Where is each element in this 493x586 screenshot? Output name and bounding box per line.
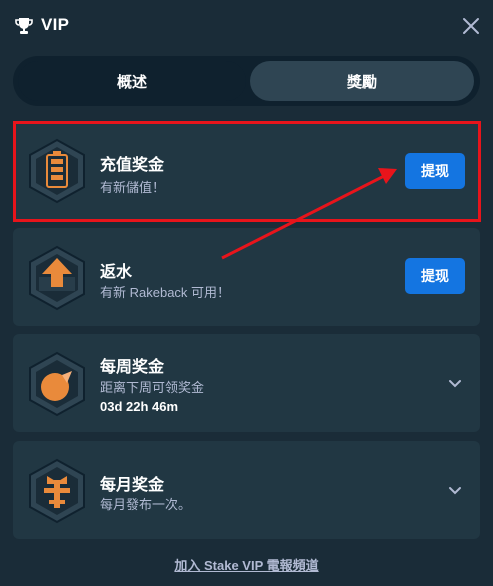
reward-card-monthly[interactable]: 每月奖金 每月發布一次。 [13,441,480,539]
reward-card-reload: 充值奖金 有新儲值！ 提现 [13,121,480,220]
reward-subtitle: 有新儲值！ [100,180,166,195]
claim-rakeback-button[interactable]: 提现 [405,258,465,294]
reward-subtitle: 距离下周可领奖金 [100,380,205,395]
close-icon[interactable] [460,15,482,37]
reward-card-rakeback: 返水 有新 Rakeback 可用！ 提现 [13,228,480,326]
claim-reload-button[interactable]: 提现 [405,153,465,189]
countdown-timer: 03d 22h 46m [100,399,179,414]
reward-card-weekly[interactable]: 每周奖金 距离下周可领奖金 03d 22h 46m [13,334,480,432]
footer: 加入 Stake VIP 電報頻道 [0,555,493,574]
gift-icon [29,458,85,524]
reward-title: 每月奖金 [100,477,165,494]
upload-arrow-icon [29,245,85,311]
tab-rewards[interactable]: 獎勵 [250,61,474,101]
reward-subtitle: 有新 Rakeback 可用！ [100,285,231,300]
modal-title: VIP [41,15,70,34]
reward-title: 返水 [100,264,133,281]
tab-overview[interactable]: 概述 [18,61,246,101]
modal-header: VIP [0,0,493,52]
tab-switcher: 概述 獎勵 [13,56,480,106]
join-telegram-link[interactable]: 加入 Stake VIP 電報頻道 [174,558,318,573]
reward-title: 充值奖金 [100,157,165,174]
reward-subtitle: 每月發布一次。 [100,497,192,512]
chevron-down-icon[interactable] [447,375,463,391]
trophy-icon [15,18,33,34]
reward-title: 每周奖金 [100,359,165,376]
coin-icon [29,351,85,417]
chevron-down-icon[interactable] [447,482,463,498]
battery-icon [29,138,85,204]
